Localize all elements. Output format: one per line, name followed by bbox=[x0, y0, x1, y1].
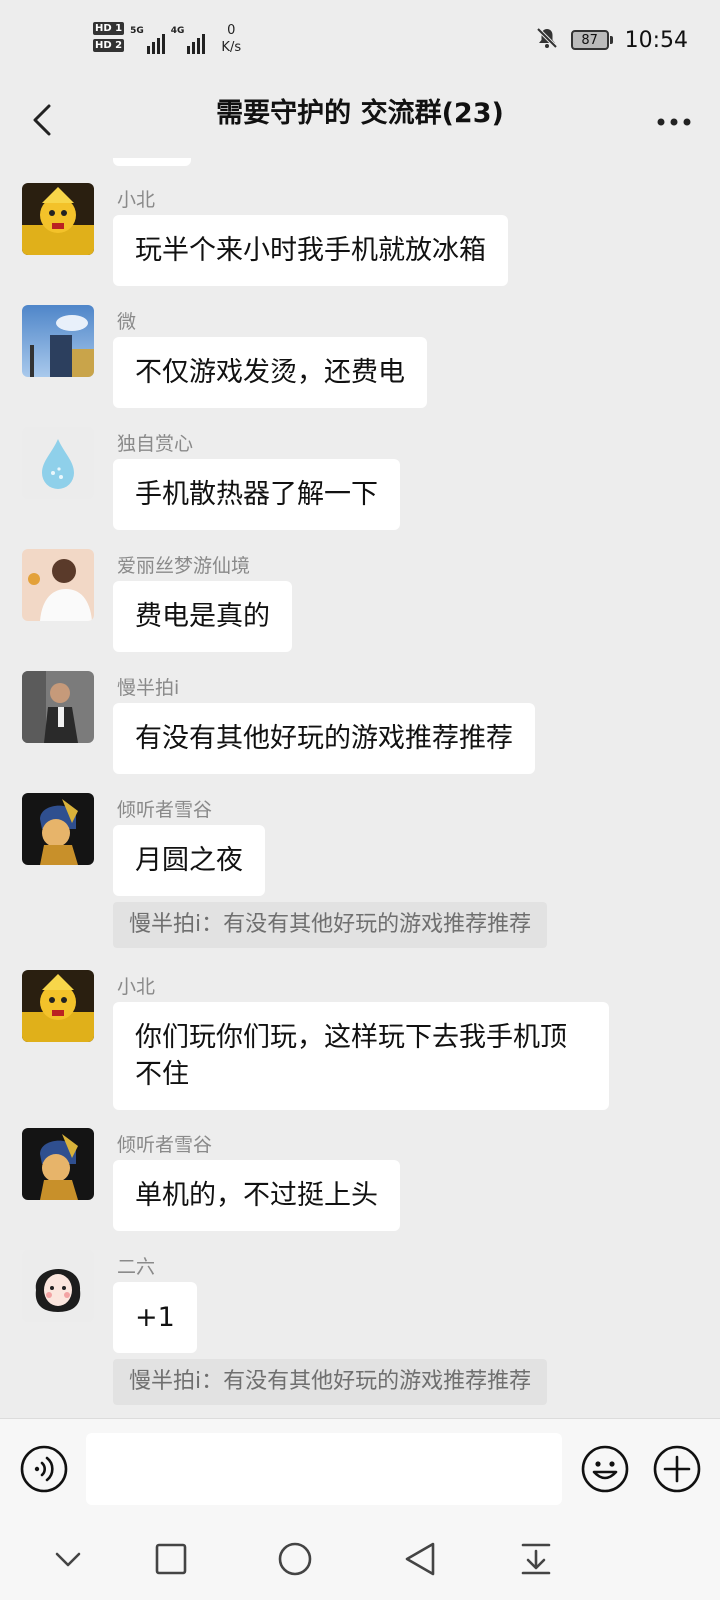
chevron-down-icon bbox=[55, 1552, 81, 1567]
sender-name: 独自赏心 bbox=[117, 433, 194, 455]
avatar[interactable] bbox=[22, 671, 94, 743]
recent-apps-button[interactable] bbox=[148, 1536, 194, 1582]
message-bubble[interactable]: 不仅游戏发烫，还费电 bbox=[113, 337, 427, 408]
sender-name: 爱丽丝梦游仙境 bbox=[117, 555, 251, 577]
quoted-reply[interactable]: 慢半拍i：有没有其他好玩的游戏推荐推荐 bbox=[113, 1359, 548, 1405]
sender-name: 微 bbox=[117, 311, 137, 333]
avatar[interactable] bbox=[22, 427, 94, 499]
system-back-button[interactable] bbox=[397, 1536, 443, 1582]
message-bubble[interactable]: +1 bbox=[113, 1282, 197, 1353]
home-button[interactable] bbox=[272, 1536, 318, 1582]
avatar[interactable] bbox=[22, 549, 94, 621]
plus-circle-icon bbox=[653, 1445, 701, 1493]
sender-name: 慢半拍i bbox=[117, 677, 180, 699]
voice-button[interactable] bbox=[19, 1444, 69, 1494]
back-button[interactable] bbox=[22, 100, 62, 140]
input-bar bbox=[0, 1418, 720, 1518]
chat-title: 需要守护的 交流群(23) bbox=[216, 98, 504, 129]
emoji-icon bbox=[581, 1445, 629, 1493]
sender-name: 小北 bbox=[117, 189, 156, 211]
plus-button[interactable] bbox=[652, 1444, 702, 1494]
chevron-left-icon bbox=[33, 104, 51, 136]
network-speed: 0 K/s bbox=[221, 23, 242, 55]
sim1-signal-icon: 5G bbox=[130, 26, 165, 54]
message-bubble[interactable]: 玩半个来小时我手机就放冰箱 bbox=[113, 215, 508, 286]
sim2-signal-icon: 4G bbox=[171, 26, 206, 54]
emoji-button[interactable] bbox=[580, 1444, 630, 1494]
hd2-badge: HD 2 bbox=[93, 39, 125, 52]
clock: 10:54 bbox=[624, 27, 688, 53]
quoted-reply[interactable]: 慢半拍i：有没有其他好玩的游戏推荐推荐 bbox=[113, 902, 548, 948]
battery-icon: 87 bbox=[570, 30, 613, 50]
avatar[interactable] bbox=[22, 1128, 94, 1200]
message-bubble[interactable]: 有没有其他好玩的游戏推荐推荐 bbox=[113, 703, 535, 774]
voice-icon bbox=[20, 1445, 68, 1493]
status-bar: HD 1 HD 2 5G 4G 0 K/s 87 10:54 bbox=[0, 0, 720, 86]
avatar[interactable] bbox=[22, 305, 94, 377]
sender-name: 倾听者雪谷 bbox=[117, 799, 213, 821]
message-input[interactable] bbox=[86, 1433, 562, 1505]
battery-level: 87 bbox=[570, 30, 609, 50]
message-bubble[interactable]: 你们玩你们玩，这样玩下去我手机顶不住 bbox=[113, 1002, 609, 1110]
avatar[interactable] bbox=[22, 793, 94, 865]
square-recent-icon bbox=[155, 1543, 187, 1575]
message-list[interactable]: 小北 玩半个来小时我手机就放冰箱 微 不仅游戏发烫，还费电 独自赏心 手机散热器… bbox=[0, 158, 720, 1418]
hd1-badge: HD 1 bbox=[93, 22, 125, 35]
chat-header: 需要守护的 交流群(23) bbox=[0, 86, 720, 158]
network-indicators: HD 1 HD 2 5G 4G 0 K/s bbox=[93, 22, 241, 56]
message-bubble[interactable]: 单机的，不过挺上头 bbox=[113, 1160, 400, 1231]
collapse-button[interactable] bbox=[45, 1536, 91, 1582]
circle-home-icon bbox=[278, 1542, 312, 1576]
message-bubble[interactable]: 月圆之夜 bbox=[113, 825, 265, 896]
message-bubble[interactable]: 费电是真的 bbox=[113, 581, 292, 652]
avatar[interactable] bbox=[22, 970, 94, 1042]
sender-name: 小北 bbox=[117, 976, 156, 998]
more-button[interactable] bbox=[652, 102, 696, 142]
download-tray-icon bbox=[521, 1543, 551, 1575]
sender-name: 倾听者雪谷 bbox=[117, 1134, 213, 1156]
notification-button[interactable] bbox=[513, 1536, 559, 1582]
avatar[interactable] bbox=[22, 1250, 94, 1322]
triangle-back-icon bbox=[405, 1542, 435, 1576]
message-bubble[interactable]: 手机散热器了解一下 bbox=[113, 459, 400, 530]
previous-message-bubble[interactable] bbox=[113, 158, 191, 166]
avatar[interactable] bbox=[22, 183, 94, 255]
sender-name: 二六 bbox=[117, 1256, 156, 1278]
more-dots-icon bbox=[657, 118, 691, 126]
bell-muted-icon bbox=[535, 26, 559, 54]
system-navigation bbox=[0, 1518, 720, 1600]
